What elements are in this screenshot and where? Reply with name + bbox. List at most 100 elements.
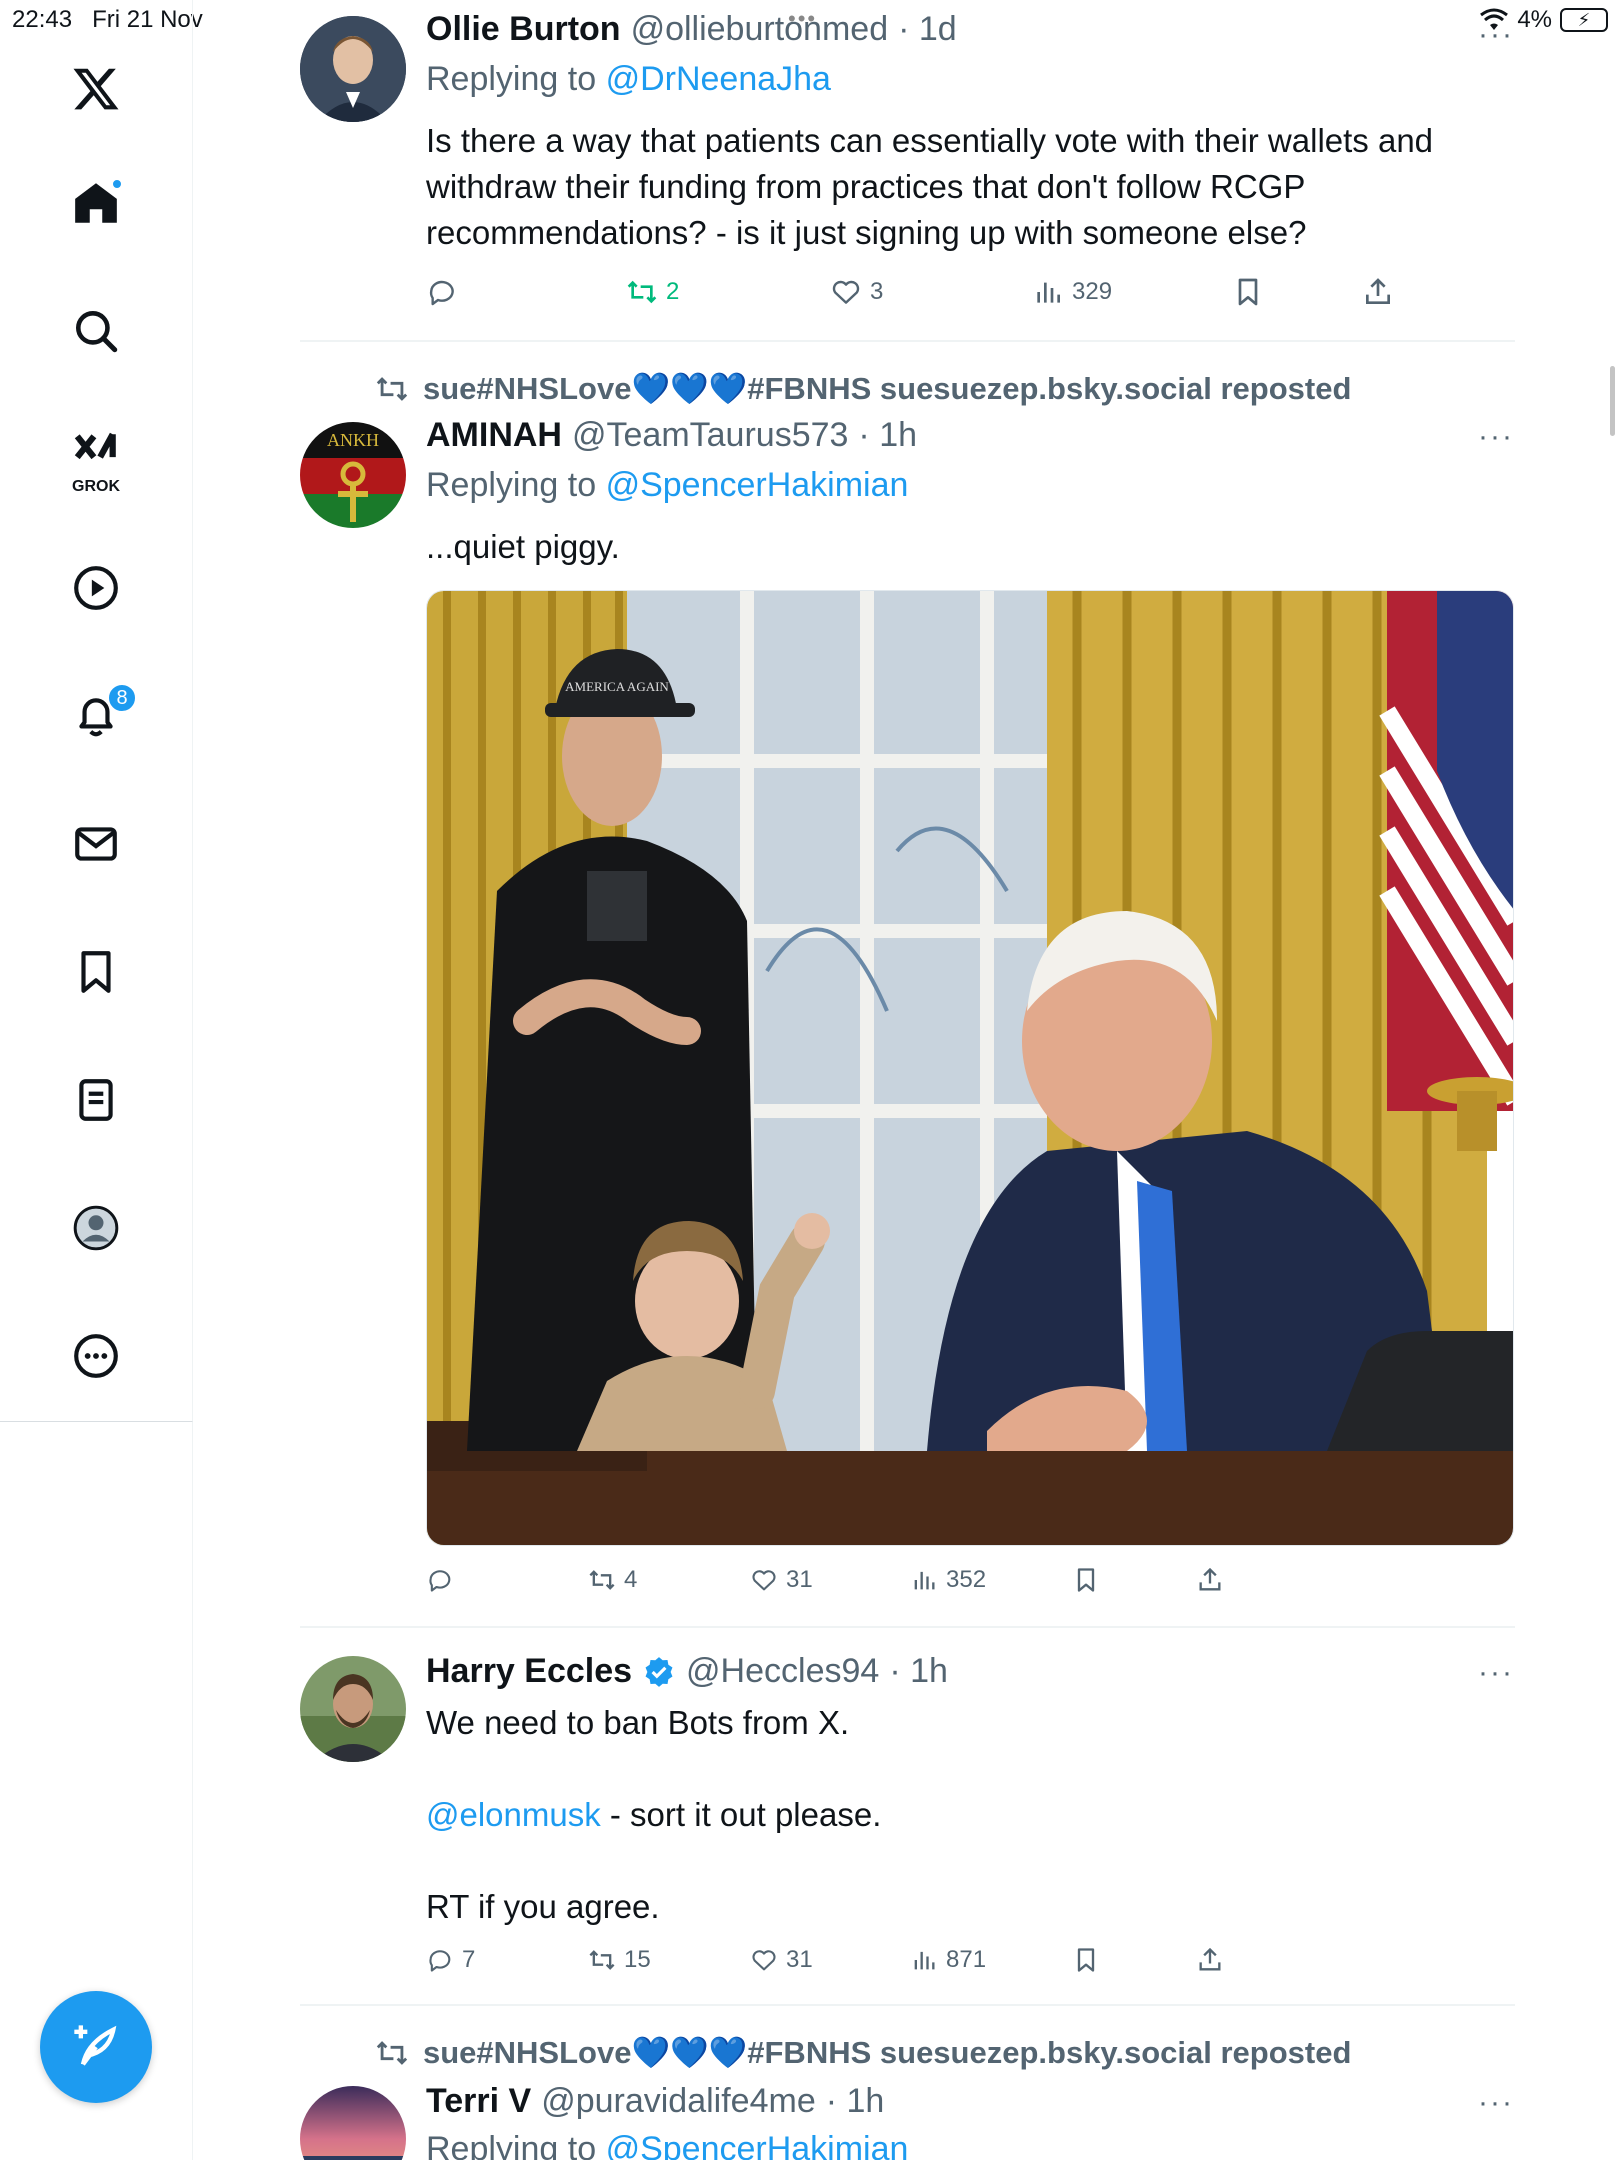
author-handle[interactable]: @ollieburtonmed [631,10,889,49]
bookmark-icon [1077,1568,1095,1592]
avatar[interactable] [300,16,406,122]
battery-percent: 4% [1517,6,1552,33]
tweet-time[interactable]: · 1h [889,1652,948,1691]
bookmark-button[interactable] [1072,1566,1100,1594]
author-name[interactable]: Harry Eccles [426,1652,632,1691]
home-unread-dot [111,178,123,190]
share-button[interactable] [1196,1566,1224,1594]
reply-mention-link[interactable]: @SpencerHakimian [606,466,909,504]
author-handle[interactable]: @puravidalife4me [541,2082,816,2121]
tweet-body: We need to ban Bots from X. @elonmusk - … [426,1704,882,1925]
search-icon[interactable] [63,298,129,364]
tweet-divider [300,2004,1515,2006]
share-button[interactable] [1196,1946,1224,1974]
bookmarks-icon[interactable] [63,939,129,1005]
author-handle[interactable]: @TeamTaurus573 [572,416,848,455]
reply-count: 7 [462,1946,476,1973]
sidebar-nav: GROK 8 [0,0,193,1422]
like-button[interactable]: 31 [750,1566,813,1594]
video-icon[interactable] [63,555,129,621]
views-chart-icon [914,1571,935,1590]
avatar-text: ANKH [327,430,379,450]
views-button[interactable]: 352 [910,1566,986,1594]
author-handle[interactable]: @Heccles94 [686,1652,879,1691]
reply-icon [429,1570,451,1592]
cap-text: AMERICA AGAIN [565,679,669,694]
heart-icon [832,280,860,304]
messages-envelope-icon[interactable] [63,811,129,877]
share-button[interactable] [1362,276,1394,308]
like-button[interactable]: 3 [830,276,883,308]
avatar[interactable]: ANKH [300,422,406,528]
views-count: 871 [946,1946,987,1973]
home-icon[interactable] [63,170,129,236]
bookmark-icon [1077,1948,1095,1972]
retweet-icon [589,1570,615,1590]
author-name[interactable]: Ollie Burton [426,10,621,49]
bookmark-icon [1238,278,1258,306]
replying-to: Replying to @SpencerHakimian [426,466,909,504]
reply-icon [429,280,454,306]
retweet-count: 4 [624,1566,638,1593]
retweet-icon [627,280,657,304]
views-chart-icon [914,1951,935,1970]
lists-icon[interactable] [63,1067,129,1133]
grok-icon[interactable]: GROK [63,420,129,495]
avatar[interactable] [300,1656,406,1762]
views-button[interactable]: 871 [910,1946,986,1974]
views-chart-icon [1037,282,1060,303]
reply-button[interactable] [426,1566,454,1594]
tweet-author-line: Terri V @puravidalife4me · 1h [426,2082,884,2121]
scrollbar-thumb[interactable] [1610,366,1615,436]
x-logo-icon[interactable] [63,56,129,122]
like-count: 3 [870,278,884,305]
tweet-actions: 2 3 329 [426,276,1426,316]
like-count: 31 [786,1566,813,1593]
tweet-photo[interactable]: AMERICA AGAIN [426,590,1514,1546]
reply-mention-link[interactable]: @SpencerHakimian [606,2130,909,2160]
tweet-actions: 4 31 352 [426,1566,1426,1606]
tweet-time[interactable]: · 1d [898,10,957,49]
grok-label: GROK [72,478,120,495]
notifications-badge: 8 [107,683,137,713]
reply-icon [429,1950,451,1972]
bookmark-button[interactable] [1232,276,1264,308]
tweet-divider [300,1626,1515,1628]
like-count: 31 [786,1946,813,1973]
author-name[interactable]: AMINAH [426,416,562,455]
retweet-button[interactable]: 2 [626,276,679,308]
heart-icon [752,1570,776,1591]
repost-indicator[interactable]: sue#NHSLove💙💙💙#FBNHS suesuezep.bsky.soci… [375,370,1351,407]
views-button[interactable]: 329 [1032,276,1112,308]
tweet-more-button[interactable]: ··· [1478,420,1514,454]
author-name[interactable]: Terri V [426,2082,531,2121]
tweet-time[interactable]: · 1h [858,416,917,455]
tweet-body: Is there a way that patients can essenti… [426,122,1434,251]
like-button[interactable]: 31 [750,1946,813,1974]
repost-icon [376,2040,408,2065]
more-options-icon[interactable] [63,1323,129,1389]
tweet-more-button[interactable]: ··· [1478,18,1514,52]
retweet-button[interactable]: 15 [588,1946,651,1974]
profile-avatar-icon[interactable] [63,1195,129,1261]
retweet-icon [589,1950,615,1970]
reply-mention-link[interactable]: @DrNeenaJha [606,60,831,98]
tweet-more-button[interactable]: ··· [1478,1656,1514,1690]
mention-link[interactable]: @elonmusk [426,1796,601,1833]
tweet-more-button[interactable]: ··· [1478,2086,1514,2120]
replying-to: Replying to @SpencerHakimian [426,2130,908,2160]
tweet-actions: 7 15 31 871 [426,1946,1426,1986]
reply-button[interactable]: 7 [426,1946,475,1974]
tweet-divider [300,340,1515,342]
notifications-bell-icon[interactable]: 8 [63,683,137,749]
retweet-button[interactable]: 4 [588,1566,637,1594]
bookmark-button[interactable] [1072,1946,1100,1974]
repost-icon [376,376,408,401]
compose-post-button[interactable] [40,1991,152,2103]
repost-indicator[interactable]: sue#NHSLove💙💙💙#FBNHS suesuezep.bsky.soci… [375,2034,1351,2071]
retweet-count: 15 [624,1946,651,1973]
reply-button[interactable] [426,276,458,308]
share-icon [1366,278,1390,304]
tweet-time[interactable]: · 1h [826,2082,885,2121]
avatar[interactable] [300,2086,406,2160]
